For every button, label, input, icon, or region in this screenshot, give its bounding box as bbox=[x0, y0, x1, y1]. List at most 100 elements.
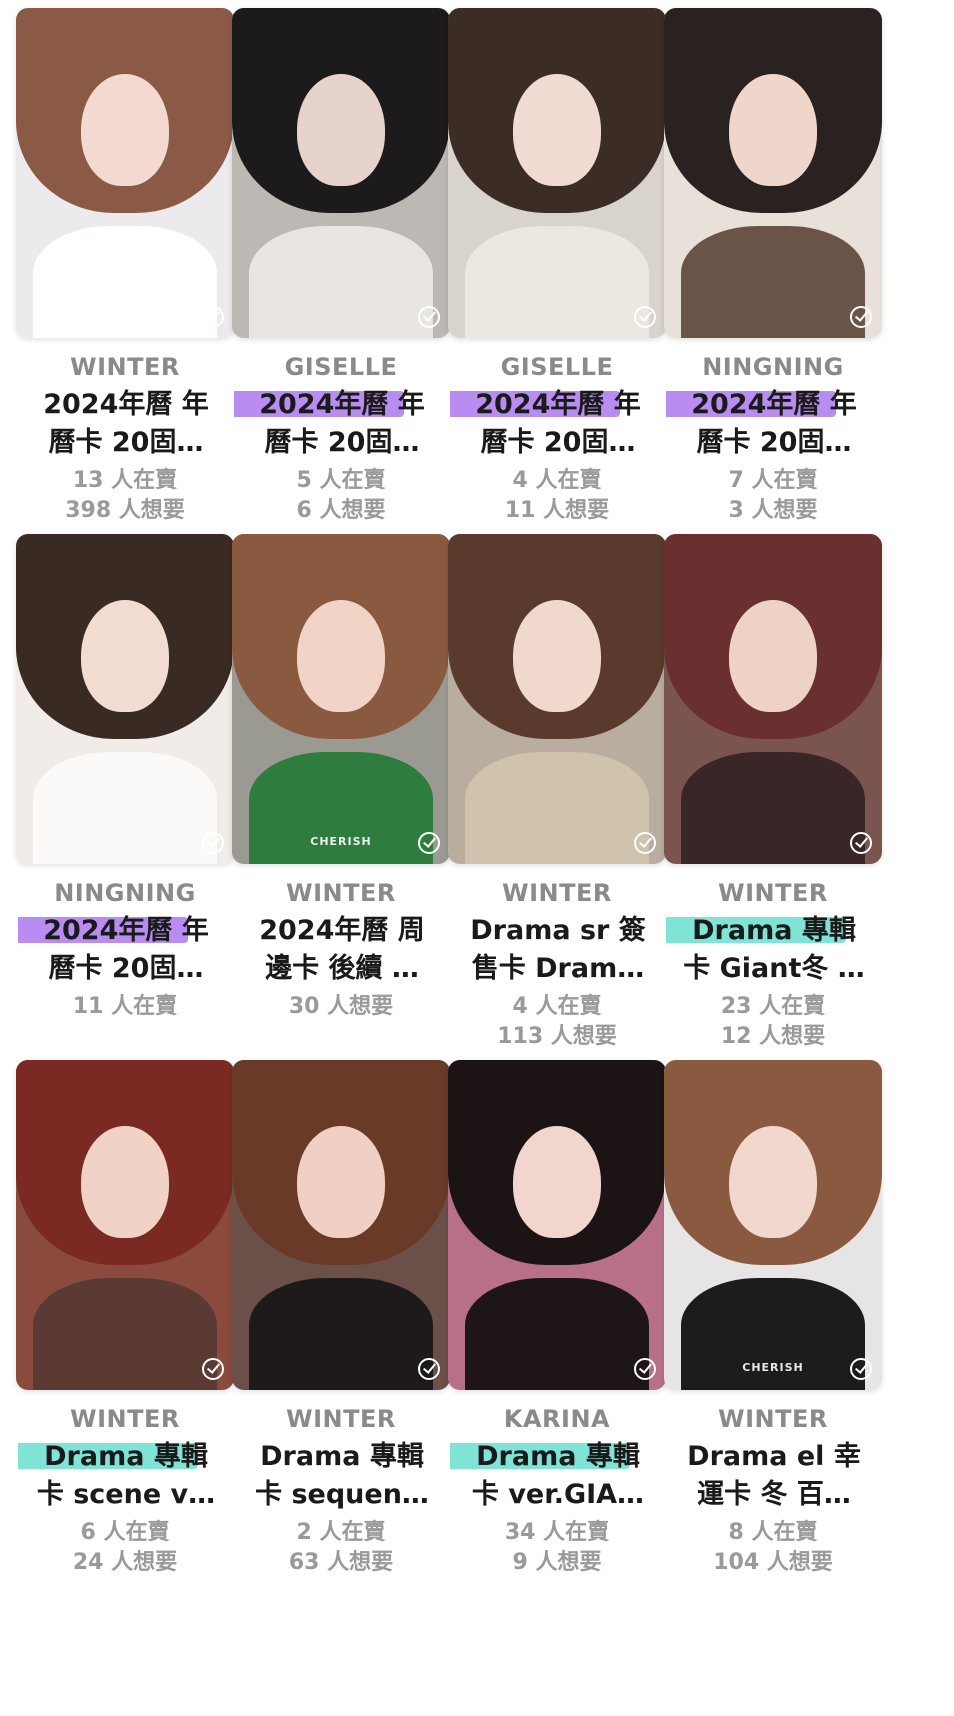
card-title-line2: 運卡 冬 百… bbox=[697, 1479, 851, 1510]
card-title-line2: 曆卡 20固… bbox=[264, 427, 420, 458]
sellers-count: 11 人在賣 bbox=[72, 994, 178, 1019]
member-name: GISELLE bbox=[500, 353, 614, 381]
photocard-image[interactable] bbox=[448, 534, 666, 864]
photo-face bbox=[297, 1126, 385, 1239]
photocard-image[interactable] bbox=[16, 1060, 234, 1390]
sellers-count: 23 人在賣 bbox=[720, 994, 826, 1019]
photocard-image[interactable] bbox=[16, 534, 234, 864]
sellers-count: 30 人想要 bbox=[288, 994, 394, 1019]
card-title[interactable]: Drama 專輯 卡 scene v… bbox=[18, 1438, 234, 1514]
photocard-item[interactable]: CHERISH WINTER 2024年曆 周 邊卡 後續 … 30 人想要 bbox=[224, 534, 458, 1022]
photocard-item[interactable]: WINTER Drama 專輯 卡 scene v… 6 人在賣 24 人想要 bbox=[8, 1060, 242, 1578]
photocard-item[interactable]: CHERISH WINTER Drama el 幸 運卡 冬 百… 8 人在賣 … bbox=[656, 1060, 890, 1578]
card-title[interactable]: 2024年曆 年 曆卡 20固… bbox=[18, 912, 234, 988]
photocard-item[interactable]: GISELLE 2024年曆 年 曆卡 20固… 5 人在賣 6 人想要 bbox=[224, 8, 458, 526]
photocard-image[interactable]: CHERISH bbox=[664, 1060, 882, 1390]
photocard-image[interactable] bbox=[448, 1060, 666, 1390]
photo-face bbox=[513, 74, 601, 187]
photocard-item[interactable]: WINTER Drama sr 簽 售卡 Dram… 4 人在賣 113 人想要 bbox=[440, 534, 674, 1052]
photocard-item[interactable]: NINGNING 2024年曆 年 曆卡 20固… 11 人在賣 bbox=[8, 534, 242, 1022]
photo-body bbox=[249, 1277, 433, 1390]
check-circle-icon[interactable] bbox=[634, 306, 656, 328]
sellers-count: 6 人在賣 bbox=[80, 1520, 170, 1545]
card-title-line1: Drama el 幸 bbox=[687, 1441, 861, 1472]
wanters-count: 104 人想要 bbox=[713, 1550, 833, 1575]
card-title[interactable]: Drama 專輯 卡 Giant冬 … bbox=[666, 912, 882, 988]
check-circle-icon[interactable] bbox=[202, 306, 224, 328]
card-stats: 6 人在賣 24 人想要 bbox=[8, 1518, 242, 1578]
photocard-item[interactable]: WINTER Drama 專輯 卡 Giant冬 … 23 人在賣 12 人想要 bbox=[656, 534, 890, 1052]
photocard-item[interactable]: NINGNING 2024年曆 年 曆卡 20固… 7 人在賣 3 人想要 bbox=[656, 8, 890, 526]
member-name: WINTER bbox=[286, 879, 396, 907]
card-title-line1: Drama sr 簽 bbox=[470, 915, 646, 946]
member-name: KARINA bbox=[503, 1405, 611, 1433]
card-title[interactable]: Drama 專輯 卡 ver.GIA… bbox=[450, 1438, 666, 1514]
member-name: WINTER bbox=[70, 353, 180, 381]
photo-body bbox=[681, 751, 865, 864]
check-circle-icon[interactable] bbox=[418, 306, 440, 328]
card-stats: 5 人在賣 6 人想要 bbox=[224, 466, 458, 526]
card-title-line2: 曆卡 20固… bbox=[48, 953, 204, 984]
photocard-grid: WINTER 2024年曆 年 曆卡 20固… 13 人在賣 398 人想要 G… bbox=[0, 0, 954, 1716]
photocard-image[interactable]: CHERISH bbox=[232, 534, 450, 864]
photo-body bbox=[681, 225, 865, 338]
card-title[interactable]: Drama 專輯 卡 sequen… bbox=[234, 1438, 450, 1514]
card-title-line2: 曆卡 20固… bbox=[48, 427, 204, 458]
card-title[interactable]: 2024年曆 年 曆卡 20固… bbox=[18, 386, 234, 462]
card-title-line1: 2024年曆 年 bbox=[691, 389, 857, 420]
photocard-image[interactable] bbox=[664, 8, 882, 338]
card-stats: 2 人在賣 63 人想要 bbox=[224, 1518, 458, 1578]
photo-face bbox=[729, 1126, 817, 1239]
wanters-count: 12 人想要 bbox=[720, 1024, 826, 1049]
card-title-line1: 2024年曆 年 bbox=[475, 389, 641, 420]
wanters-count: 63 人想要 bbox=[288, 1550, 394, 1575]
photocard-item[interactable]: WINTER 2024年曆 年 曆卡 20固… 13 人在賣 398 人想要 bbox=[8, 8, 242, 526]
check-circle-icon[interactable] bbox=[202, 832, 224, 854]
check-circle-icon[interactable] bbox=[634, 832, 656, 854]
check-circle-icon[interactable] bbox=[418, 1358, 440, 1380]
card-title-line2: 卡 ver.GIA… bbox=[471, 1479, 645, 1510]
check-circle-icon[interactable] bbox=[634, 1358, 656, 1380]
card-title-line2: 曆卡 20固… bbox=[480, 427, 636, 458]
photo-face bbox=[513, 1126, 601, 1239]
photocard-item[interactable]: WINTER Drama 專輯 卡 sequen… 2 人在賣 63 人想要 bbox=[224, 1060, 458, 1578]
photo-face bbox=[513, 600, 601, 713]
check-circle-icon[interactable] bbox=[850, 1358, 872, 1380]
photo-face bbox=[81, 600, 169, 713]
card-title-line1: Drama 專輯 bbox=[476, 1441, 640, 1472]
photocard-image[interactable] bbox=[448, 8, 666, 338]
photo-face bbox=[729, 600, 817, 713]
card-title-line2: 卡 Giant冬 … bbox=[683, 953, 865, 984]
card-title[interactable]: 2024年曆 年 曆卡 20固… bbox=[234, 386, 450, 462]
photo-face bbox=[81, 74, 169, 187]
card-title[interactable]: 2024年曆 年 曆卡 20固… bbox=[666, 386, 882, 462]
photo-face bbox=[297, 600, 385, 713]
wanters-count: 24 人想要 bbox=[72, 1550, 178, 1575]
check-circle-icon[interactable] bbox=[418, 832, 440, 854]
photocard-item[interactable]: KARINA Drama 專輯 卡 ver.GIA… 34 人在賣 9 人想要 bbox=[440, 1060, 674, 1578]
card-stats: 34 人在賣 9 人想要 bbox=[440, 1518, 674, 1578]
sellers-count: 2 人在賣 bbox=[296, 1520, 386, 1545]
photocard-image[interactable] bbox=[232, 1060, 450, 1390]
photo-face bbox=[81, 1126, 169, 1239]
card-title-line1: Drama 專輯 bbox=[692, 915, 856, 946]
check-circle-icon[interactable] bbox=[850, 832, 872, 854]
card-title[interactable]: Drama el 幸 運卡 冬 百… bbox=[666, 1438, 882, 1514]
card-title[interactable]: Drama sr 簽 售卡 Dram… bbox=[450, 912, 666, 988]
card-title-line1: 2024年曆 年 bbox=[259, 389, 425, 420]
photocard-image[interactable] bbox=[232, 8, 450, 338]
card-title[interactable]: 2024年曆 周 邊卡 後續 … bbox=[234, 912, 450, 988]
check-circle-icon[interactable] bbox=[850, 306, 872, 328]
card-title-line1: Drama 專輯 bbox=[260, 1441, 424, 1472]
member-name: WINTER bbox=[286, 1405, 396, 1433]
card-title[interactable]: 2024年曆 年 曆卡 20固… bbox=[450, 386, 666, 462]
member-name: WINTER bbox=[70, 1405, 180, 1433]
card-stats: 4 人在賣 11 人想要 bbox=[440, 466, 674, 526]
check-circle-icon[interactable] bbox=[202, 1358, 224, 1380]
sellers-count: 4 人在賣 bbox=[512, 994, 602, 1019]
card-stats: 11 人在賣 bbox=[8, 992, 242, 1022]
photocard-image[interactable] bbox=[664, 534, 882, 864]
photocard-item[interactable]: GISELLE 2024年曆 年 曆卡 20固… 4 人在賣 11 人想要 bbox=[440, 8, 674, 526]
card-stats: 30 人想要 bbox=[224, 992, 458, 1022]
photocard-image[interactable] bbox=[16, 8, 234, 338]
